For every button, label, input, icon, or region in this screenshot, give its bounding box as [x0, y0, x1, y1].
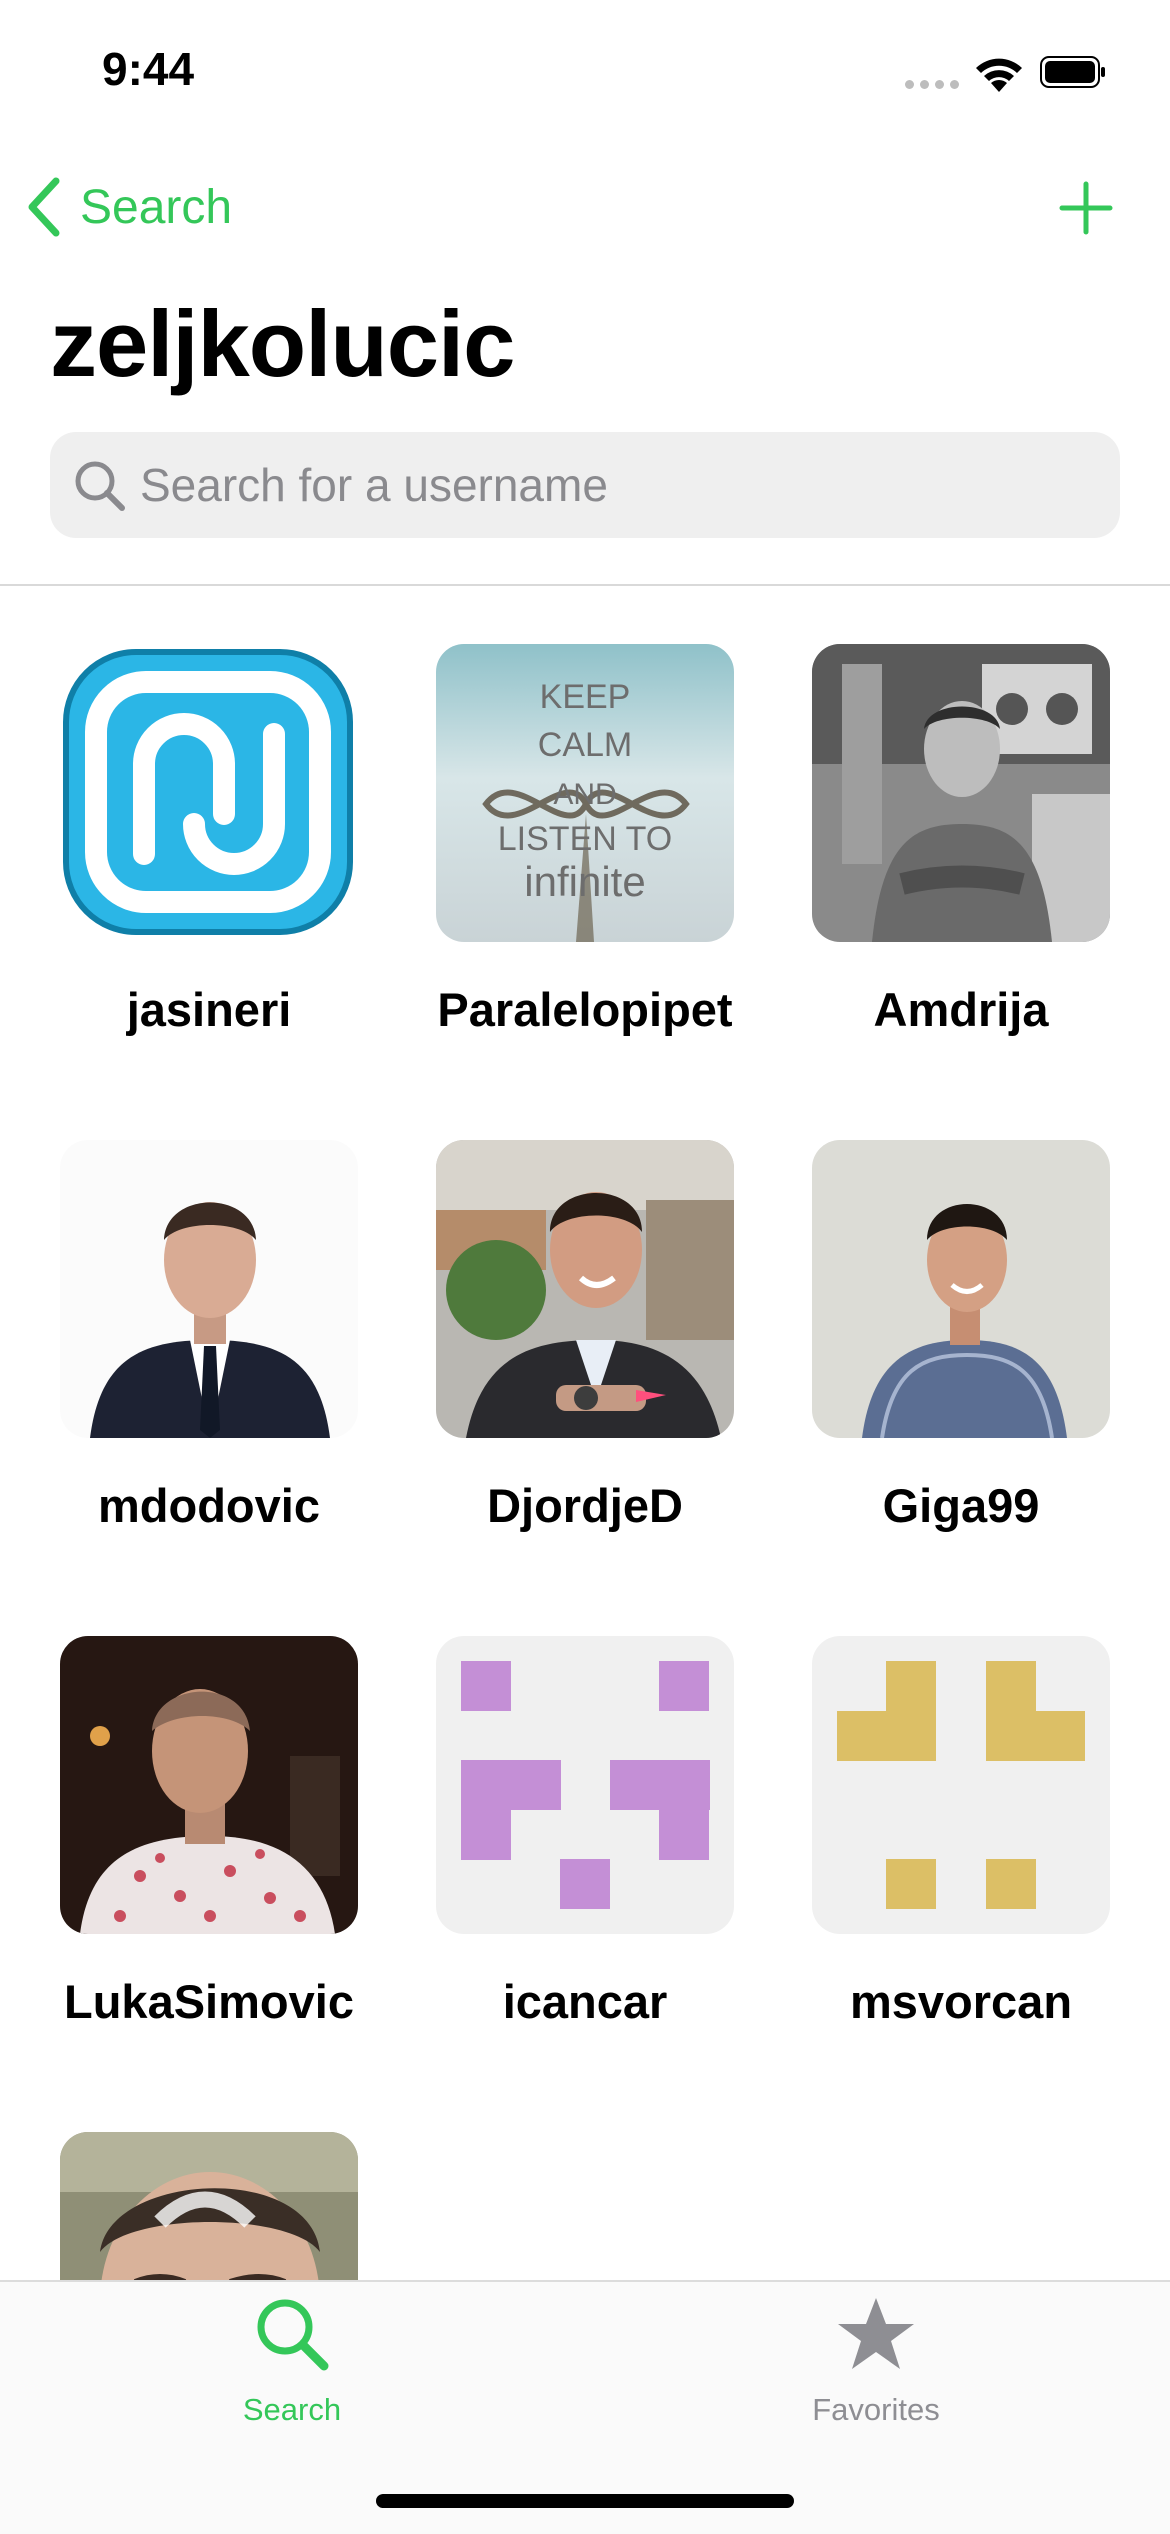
avatar-text: infinite	[524, 858, 645, 905]
cellular-signal-icon	[905, 80, 961, 90]
status-bar: 9:44	[0, 0, 1170, 140]
search-icon	[75, 461, 125, 511]
home-indicator	[376, 2494, 794, 2508]
back-button[interactable]: Search	[26, 176, 232, 238]
search-icon	[257, 2299, 329, 2371]
username-label: mdodovic	[98, 1479, 320, 1532]
user-avatar	[812, 1140, 1110, 1438]
avatar-text: CALM	[538, 726, 632, 764]
search-field[interactable]	[50, 432, 1120, 538]
user-avatar	[60, 1636, 358, 1934]
tab-label: Search	[242, 2392, 342, 2427]
wifi-icon	[976, 58, 1022, 92]
star-icon	[838, 2298, 914, 2369]
user-avatar	[60, 644, 358, 942]
user-avatar	[812, 1636, 1110, 1934]
chevron-left-icon	[28, 177, 60, 237]
battery-icon	[1040, 56, 1105, 88]
username-label: Amdrija	[873, 983, 1049, 1036]
username-label: jasineri	[126, 983, 292, 1036]
status-time: 9:44	[102, 43, 195, 95]
user-avatar	[60, 2132, 358, 2280]
tab-favorites[interactable]: Favorites	[726, 2282, 1026, 2442]
back-button-label: Search	[80, 180, 233, 234]
search-input[interactable]	[140, 432, 1100, 538]
user-avatar	[812, 644, 1110, 942]
username-label: Paralelopipet	[437, 983, 733, 1036]
tab-search[interactable]: Search	[142, 2282, 442, 2442]
page-title: zeljkolucic	[50, 291, 515, 396]
username-label: LukaSimovic	[64, 1975, 354, 2028]
user-avatar	[436, 1636, 734, 1934]
avatar-text: KEEP	[540, 678, 631, 716]
add-icon[interactable]	[1058, 180, 1114, 236]
username-label: icancar	[502, 1975, 668, 2028]
username-label: DjordjeD	[487, 1479, 683, 1532]
username-label: msvorcan	[849, 1975, 1073, 2028]
tab-label: Favorites	[812, 2392, 940, 2427]
user-avatar	[436, 1140, 734, 1438]
avatar-text: AND	[553, 778, 616, 811]
username-label: Giga99	[882, 1479, 1040, 1532]
user-avatar	[60, 1140, 358, 1438]
avatar-text: LISTEN TO	[498, 820, 672, 858]
user-grid: jasineri KEEP CALM AND LISTEN TO infinit…	[0, 586, 1170, 2280]
user-avatar: KEEP CALM AND LISTEN TO infinite	[436, 644, 734, 942]
